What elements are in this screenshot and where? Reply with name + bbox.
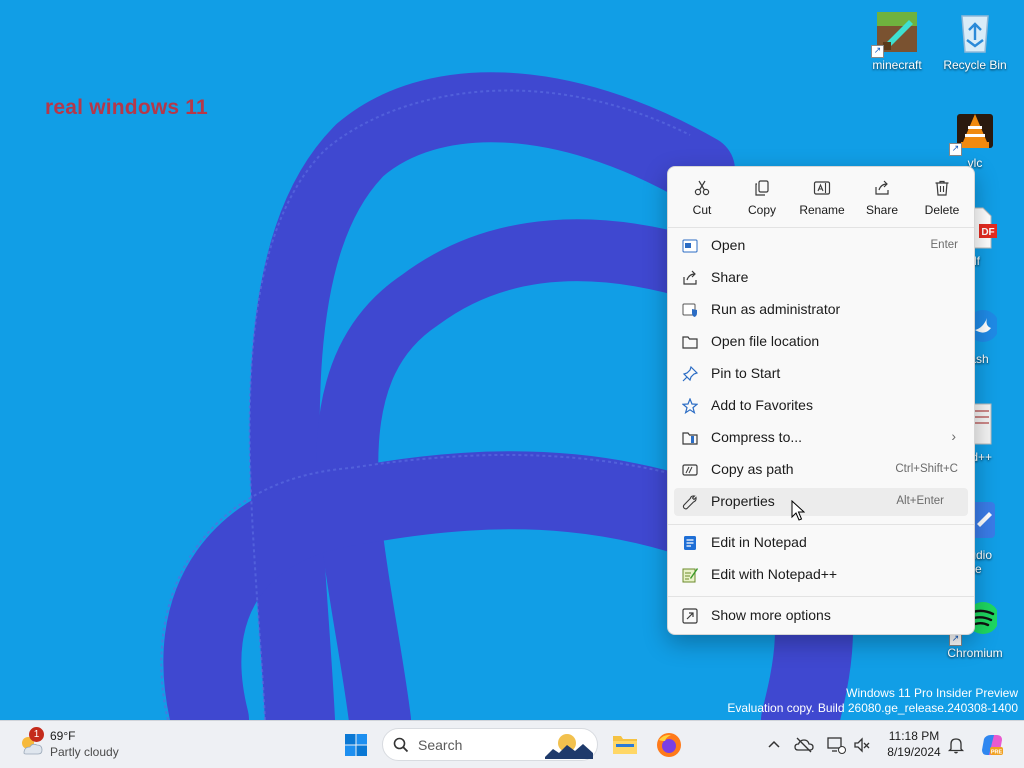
notification-bell-icon[interactable] [946,735,966,755]
desktop-icon-minecraft[interactable]: ↗ minecraft [858,10,936,72]
chevron-up-icon[interactable] [764,735,784,755]
desktop-icon-label: Chromium [947,646,1003,660]
menu-item-shortcut: Alt+Enter [896,495,944,507]
copy-label: Copy [747,203,776,217]
delete-label: Delete [924,203,960,217]
start-button[interactable] [344,733,368,757]
menu-item-open-file-location[interactable]: Open file location [674,328,968,356]
volume-muted-icon[interactable] [852,735,872,755]
menu-item-label: Copy as path [711,461,794,477]
share-icon [875,180,889,195]
onedrive-offline-icon[interactable] [794,735,814,755]
share-label: Share [865,203,899,217]
watermark-line-2: Evaluation copy. Build 26080.ge_release.… [727,701,1018,715]
menu-item-edit-in-notepad[interactable]: Edit in Notepad [674,529,968,557]
folder-icon [682,336,698,349]
notification-badge: 1 [29,727,44,742]
menu-item-properties[interactable]: Properties Alt+Enter [674,488,968,516]
menu-item-shortcut: Enter [930,239,959,251]
menu-item-label: Compress to... [711,429,803,445]
context-menu-toolbar: Cut Copy Rename Share Delete [668,167,974,227]
network-icon[interactable] [826,735,846,755]
watermark-line-1: Windows 11 Pro Insider Preview [846,686,1018,700]
menu-item-label: Open file location [711,333,820,349]
minecraft-icon: ↗ [871,10,919,58]
zip-icon [682,432,698,445]
menu-item-label: Run as administrator [711,301,841,317]
menu-separator [668,596,974,597]
notepadpp-icon [682,568,698,583]
weather-temperature: 69°F [50,729,76,743]
menu-item-label: Share [711,269,749,285]
svg-text:PRE: PRE [991,750,1003,756]
shield-icon [682,303,697,317]
menu-separator [668,524,974,525]
menu-item-label: Edit in Notepad [711,534,807,550]
menu-item-label: Edit with Notepad++ [711,566,838,582]
vlc-icon: ↗ [949,108,997,156]
weather-condition: Partly cloudy [50,745,119,759]
menu-item-add-to-favorites[interactable]: Add to Favorites [674,392,968,420]
menu-item-shortcut: Ctrl+Shift+C [895,463,958,475]
path-icon [682,464,698,476]
desktop-icon-vlc[interactable]: ↗ vlc [936,108,1014,170]
search-highlight-icon [545,734,593,759]
taskbar: 1 69°F Partly cloudy Search 11:18 PM 8/1… [0,720,1024,768]
menu-separator [668,227,974,228]
trash-icon [935,180,949,196]
weather-widget[interactable]: 1 69°F Partly cloudy [16,727,156,763]
menu-item-show-more-options[interactable]: Show more options [674,602,968,630]
star-icon [682,398,698,414]
share-button[interactable]: Share [853,173,911,223]
cut-button[interactable]: Cut [673,173,731,223]
copy-icon [755,180,769,196]
desktop-icon-label: minecraft [872,58,922,72]
open-icon [682,239,698,253]
menu-item-copy-as-path[interactable]: Copy as path Ctrl+Shift+C [674,456,968,484]
desktop-icon-label: Recycle Bin [943,58,1007,72]
menu-item-compress-to[interactable]: Compress to... › [674,424,968,452]
shortcut-arrow-icon: ↗ [949,143,962,156]
firefox-icon[interactable] [656,732,682,758]
taskbar-search-box[interactable]: Search [382,728,598,761]
menu-item-label: Show more options [711,607,831,623]
wrench-icon [682,495,697,510]
menu-item-label: Properties [711,493,775,509]
share-icon [683,270,697,285]
menu-item-label: Pin to Start [711,365,781,381]
search-icon [393,737,409,753]
cut-label: Cut [692,203,712,217]
delete-button[interactable]: Delete [913,173,971,223]
desktop-icon-recycle-bin[interactable]: Recycle Bin [936,10,1014,72]
chevron-right-icon: › [951,428,956,444]
clock-date: 8/19/2024 [887,745,941,759]
menu-item-label: Open [711,237,746,253]
search-placeholder: Search [418,737,463,753]
rename-icon [813,181,831,195]
taskbar-clock[interactable]: 11:18 PM 8/19/2024 [876,728,952,760]
mouse-cursor-icon [791,500,805,521]
menu-item-edit-with-notepadpp[interactable]: Edit with Notepad++ [674,561,968,589]
pin-icon [682,366,698,382]
copilot-icon[interactable]: PRE [980,733,1004,757]
context-menu: Cut Copy Rename Share Delete Open Enter … [667,166,975,635]
file-explorer-icon[interactable] [612,732,638,756]
rename-button[interactable]: Rename [793,173,851,223]
copy-button[interactable]: Copy [733,173,791,223]
notepad-icon [684,536,696,550]
menu-item-share[interactable]: Share [674,264,968,292]
menu-item-run-as-administrator[interactable]: Run as administrator [674,296,968,324]
menu-item-pin-to-start[interactable]: Pin to Start [674,360,968,388]
recycle-bin-icon [953,10,997,54]
svg-text:DF: DF [981,227,994,238]
more-options-icon [682,608,698,624]
rename-label: Rename [799,203,845,217]
scissors-icon [694,180,710,196]
overlay-caption: real windows 11 [45,96,208,119]
menu-item-label: Add to Favorites [711,397,813,413]
menu-item-open[interactable]: Open Enter [674,232,968,260]
shortcut-arrow-icon: ↗ [871,45,884,58]
clock-time: 11:18 PM [888,729,940,743]
evaluation-watermark: Windows 11 Pro Insider Preview Evaluatio… [727,686,1018,716]
